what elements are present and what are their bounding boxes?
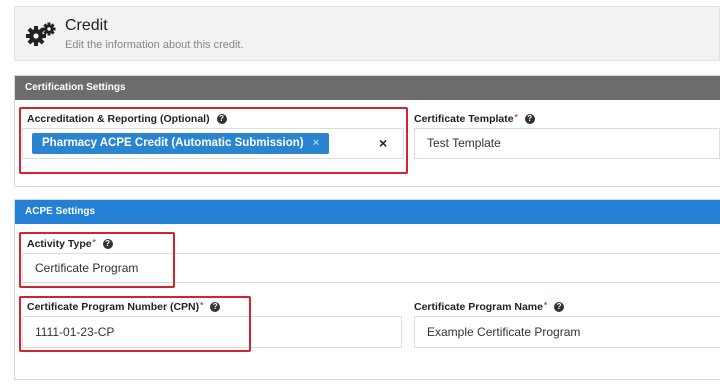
cp-name-label: Certificate Program Name* ? <box>414 301 565 313</box>
acpe-settings-panel: ACPE Settings <box>14 199 720 380</box>
highlight-cpn <box>19 296 251 352</box>
highlight-activity-type <box>19 232 175 288</box>
required-marker: * <box>514 113 518 122</box>
help-icon[interactable]: ? <box>554 302 565 313</box>
gears-icon <box>26 22 56 46</box>
cp-name-input[interactable]: Example Certificate Program <box>414 316 720 348</box>
page-header: Credit Edit the information about this c… <box>14 6 720 61</box>
acpe-settings-header: ACPE Settings <box>15 200 720 224</box>
required-marker: * <box>543 301 548 310</box>
help-icon[interactable]: ? <box>524 114 535 125</box>
page-title: Credit <box>65 17 108 34</box>
highlight-accreditation <box>19 107 408 174</box>
page-subtitle: Edit the information about this credit. <box>65 39 244 51</box>
certification-settings-header: Certification Settings <box>15 76 720 100</box>
certificate-template-label: Certificate Template* ? <box>414 113 535 125</box>
certificate-template-select[interactable]: Test Template <box>414 128 720 159</box>
